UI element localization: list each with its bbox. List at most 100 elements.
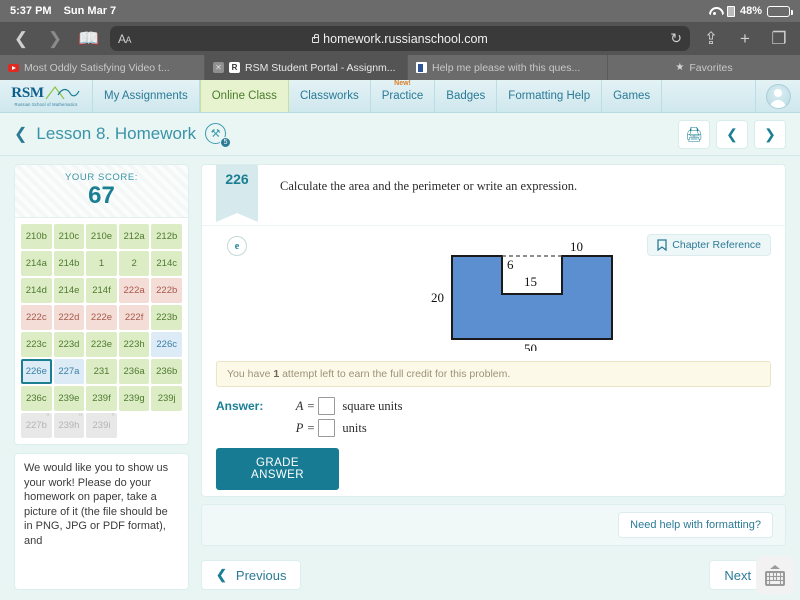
problem-cell[interactable]: 239e bbox=[54, 386, 85, 411]
problem-cell[interactable]: 236c bbox=[21, 386, 52, 411]
keyboard-dismiss-icon[interactable] bbox=[756, 556, 794, 594]
battery-percent-label: 48% bbox=[740, 5, 762, 17]
problem-cell[interactable]: 212a bbox=[119, 224, 150, 249]
star-icon: ★ bbox=[675, 62, 684, 73]
problem-cell[interactable]: 210e bbox=[86, 224, 117, 249]
back-chevron-icon[interactable]: ❮ bbox=[8, 26, 34, 52]
unit-label-area: square units bbox=[342, 399, 402, 414]
tools-badge-icon[interactable]: ⚒ 5 bbox=[205, 123, 228, 146]
area-input[interactable] bbox=[318, 397, 335, 415]
new-badge: New! bbox=[394, 80, 411, 87]
browser-tab-active[interactable]: ✕ R RSM Student Portal - Assignm... bbox=[205, 55, 408, 80]
problem-cell[interactable]: 239i bbox=[86, 413, 117, 438]
problem-cell[interactable]: 239g bbox=[119, 386, 150, 411]
address-bar[interactable]: AA homework.russianschool.com ↻ bbox=[110, 26, 690, 51]
problem-cell[interactable]: 212b bbox=[151, 224, 182, 249]
problem-cell[interactable]: 236b bbox=[151, 359, 182, 384]
chapter-reference-button[interactable]: Chapter Reference bbox=[647, 234, 771, 256]
text-size-button[interactable]: AA bbox=[118, 32, 131, 46]
problem-cell[interactable]: 239f bbox=[86, 386, 117, 411]
logo-text: RSM bbox=[11, 86, 43, 101]
problem-card: 226 Calculate the area and the perimeter… bbox=[201, 164, 786, 497]
problem-cell[interactable]: 214f bbox=[86, 278, 117, 303]
nav-label: My Assignments bbox=[104, 90, 188, 102]
problem-cell[interactable]: 210c bbox=[54, 224, 85, 249]
problem-cell[interactable]: 226e bbox=[21, 359, 52, 384]
problem-cell[interactable]: 223d bbox=[54, 332, 85, 357]
perimeter-input[interactable] bbox=[318, 419, 335, 437]
problem-cell[interactable]: 222f bbox=[119, 305, 150, 330]
grade-answer-button[interactable]: GRADE ANSWER bbox=[216, 448, 339, 490]
problem-cell[interactable]: 223e bbox=[86, 332, 117, 357]
next-chevron-icon[interactable]: ❯ bbox=[754, 120, 786, 149]
avatar-button[interactable] bbox=[756, 80, 800, 112]
nav-item-my-assignments[interactable]: My Assignments bbox=[93, 80, 200, 112]
problem-cell[interactable]: 231 bbox=[86, 359, 117, 384]
problem-cell[interactable]: 226c bbox=[151, 332, 182, 357]
previous-button[interactable]: ❮ Previous bbox=[201, 560, 301, 590]
content-column: 226 Calculate the area and the perimeter… bbox=[201, 164, 786, 590]
problem-body: e 6 15 10 20 50 bbox=[202, 226, 785, 355]
problem-cell[interactable]: 214d bbox=[21, 278, 52, 303]
answer-row: Answer: A = square units P = units bbox=[202, 387, 785, 437]
nav-item-badges[interactable]: Badges bbox=[435, 80, 497, 112]
score-card: YOUR SCORE: 67 210b210c210e212a212b214a2… bbox=[14, 164, 189, 445]
chapter-reference-label: Chapter Reference bbox=[672, 239, 761, 251]
browser-tab[interactable]: Most Oddly Satisfying Video t... bbox=[0, 55, 205, 80]
plus-icon[interactable]: + bbox=[732, 26, 758, 52]
problem-cell[interactable]: 239j bbox=[151, 386, 182, 411]
problem-cell[interactable]: 239h bbox=[54, 413, 85, 438]
print-icon[interactable]: 🖨 bbox=[678, 120, 710, 149]
variable-a: A bbox=[291, 399, 303, 414]
nav-item-classworks[interactable]: Classworks bbox=[289, 80, 371, 112]
reload-icon[interactable]: ↻ bbox=[670, 30, 682, 47]
problem-cell[interactable]: 223b bbox=[151, 305, 182, 330]
prev-chevron-icon[interactable]: ❮ bbox=[716, 120, 748, 149]
answer-line-perimeter: P = units bbox=[291, 419, 402, 437]
nav-item-online-class[interactable]: Online Class bbox=[200, 80, 289, 112]
need-help-formatting-button[interactable]: Need help with formatting? bbox=[618, 512, 773, 538]
score-value: 67 bbox=[15, 183, 188, 208]
forward-chevron-icon[interactable]: ❯ bbox=[42, 26, 68, 52]
lock-icon bbox=[312, 37, 319, 43]
problem-cell[interactable]: 214a bbox=[21, 251, 52, 276]
nav-label: Games bbox=[613, 90, 650, 102]
problem-cell[interactable]: 210b bbox=[21, 224, 52, 249]
problem-prompt: Calculate the area and the perimeter or … bbox=[258, 175, 785, 213]
rsm-logo[interactable]: RSM Russian School of Mathematics bbox=[0, 80, 93, 112]
problem-cell[interactable]: 214e bbox=[54, 278, 85, 303]
problem-cell[interactable]: 227b bbox=[21, 413, 52, 438]
book-icon[interactable]: 📖 bbox=[76, 26, 102, 52]
close-icon[interactable]: ✕ bbox=[213, 62, 224, 73]
problem-cell[interactable]: 223c bbox=[21, 332, 52, 357]
problem-cell[interactable]: 222a bbox=[119, 278, 150, 303]
problem-cell[interactable]: 227a bbox=[54, 359, 85, 384]
problem-cell[interactable]: 1 bbox=[86, 251, 117, 276]
nav-label: Badges bbox=[446, 90, 485, 102]
problem-cell[interactable]: 222d bbox=[54, 305, 85, 330]
tabs-icon[interactable]: ❐ bbox=[766, 26, 792, 52]
tab-title: Help me please with this ques... bbox=[432, 62, 580, 74]
problem-cell[interactable]: 222c bbox=[21, 305, 52, 330]
problem-cell[interactable]: 214c bbox=[151, 251, 182, 276]
nav-item-formatting-help[interactable]: Formatting Help bbox=[497, 80, 602, 112]
browser-tab[interactable]: Help me please with this ques... bbox=[408, 55, 608, 80]
keyboard-glyph bbox=[765, 571, 785, 586]
nav-item-games[interactable]: Games bbox=[602, 80, 662, 112]
logo-subtitle: Russian School of Mathematics bbox=[14, 102, 77, 107]
status-date: Sun Mar 7 bbox=[64, 5, 117, 17]
status-bar-left: 5:37 PM Sun Mar 7 bbox=[10, 5, 116, 17]
problem-cell[interactable]: 214b bbox=[54, 251, 85, 276]
back-chevron-icon[interactable]: ❮ bbox=[14, 124, 27, 144]
favorites-tab[interactable]: ★ Favorites bbox=[608, 55, 800, 80]
problem-cell[interactable]: 2 bbox=[119, 251, 150, 276]
nav-item-practice[interactable]: New! Practice bbox=[371, 80, 436, 112]
problem-grid: 210b210c210e212a212b214a214b12214c214d21… bbox=[15, 218, 188, 444]
problem-cell[interactable]: 236a bbox=[119, 359, 150, 384]
problem-cell[interactable]: 222e bbox=[86, 305, 117, 330]
problem-cell[interactable]: 223h bbox=[119, 332, 150, 357]
sub-problem-letter: e bbox=[216, 236, 258, 351]
page-title: Lesson 8. Homework bbox=[36, 124, 196, 144]
share-icon[interactable]: ⇪ bbox=[698, 26, 724, 52]
problem-cell[interactable]: 222b bbox=[151, 278, 182, 303]
